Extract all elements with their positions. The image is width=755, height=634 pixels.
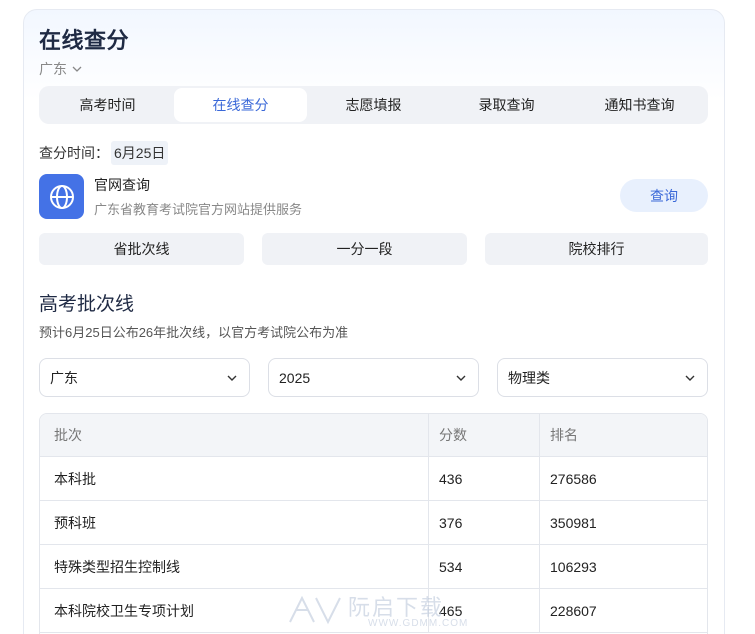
batch-cell: 特殊类型招生控制线 [40, 545, 429, 588]
tab-admission-query[interactable]: 录取查询 [440, 88, 573, 122]
year-select-value: 2025 [279, 369, 311, 386]
tab-online-score[interactable]: 在线查分 [174, 88, 307, 122]
section-note: 预计6月25日公布26年批次线，以官方考试院公布为准 [39, 325, 349, 340]
header-rank: 排名 [550, 427, 578, 443]
chevron-down-icon [72, 66, 82, 72]
province-select[interactable]: 广东 [39, 358, 250, 397]
tab-bar: 高考时间 在线查分 志愿填报 录取查询 通知书查询 [39, 86, 708, 124]
rank-cell: 228607 [550, 602, 597, 619]
globe-icon [39, 174, 84, 219]
quick-link-score-segment[interactable]: 一分一段 [262, 233, 467, 265]
rank-cell: 350981 [550, 514, 597, 531]
chevron-down-icon [456, 375, 466, 381]
official-subtitle: 广东省教育考试院官方网站提供服务 [94, 202, 303, 217]
header-batch: 批次 [40, 414, 429, 456]
section-title: 高考批次线 [39, 294, 135, 315]
tab-notice-query[interactable]: 通知书查询 [573, 88, 706, 122]
subject-select-value: 物理类 [508, 369, 550, 386]
score-cell: 376 [429, 501, 540, 544]
year-select[interactable]: 2025 [268, 358, 479, 397]
page-title: 在线查分 [39, 28, 130, 53]
chevron-down-icon [227, 375, 237, 381]
subject-select[interactable]: 物理类 [497, 358, 708, 397]
table-row: 特殊类型招生控制线 534 106293 [40, 545, 707, 589]
query-time-row: 查分时间： 6月25日 [39, 141, 169, 165]
rank-cell: 106293 [550, 558, 597, 575]
watermark: 阮启下载 WWW.GDMM.COM [282, 588, 482, 632]
score-cell: 534 [429, 545, 540, 588]
table-row: 预科班 376 350981 [40, 501, 707, 545]
quick-link-college-ranking[interactable]: 院校排行 [485, 233, 708, 265]
score-cell: 436 [429, 457, 540, 500]
chevron-down-icon [685, 375, 695, 381]
batch-cell: 预科班 [40, 501, 429, 544]
tab-exam-time[interactable]: 高考时间 [41, 88, 174, 122]
official-query-row: 官网查询 广东省教育考试院官方网站提供服务 查询 [39, 173, 708, 219]
quick-link-batch-line[interactable]: 省批次线 [39, 233, 244, 265]
watermark-logo-icon [289, 595, 341, 625]
tab-application[interactable]: 志愿填报 [307, 88, 440, 122]
table-header-row: 批次 分数 排名 [40, 414, 707, 457]
province-select-value: 广东 [50, 369, 78, 386]
rank-cell: 276586 [550, 470, 597, 487]
batch-cell: 本科批 [40, 457, 429, 500]
watermark-url: WWW.GDMM.COM [368, 618, 469, 629]
table-row: 本科批 436 276586 [40, 457, 707, 501]
region-selector[interactable]: 广东 [39, 59, 83, 79]
header-score: 分数 [429, 414, 540, 456]
official-title: 官网查询 [94, 177, 150, 193]
query-time-label: 查分时间： [39, 145, 109, 161]
region-label: 广东 [39, 61, 67, 77]
query-time-value: 6月25日 [111, 141, 169, 165]
query-button[interactable]: 查询 [620, 179, 708, 212]
